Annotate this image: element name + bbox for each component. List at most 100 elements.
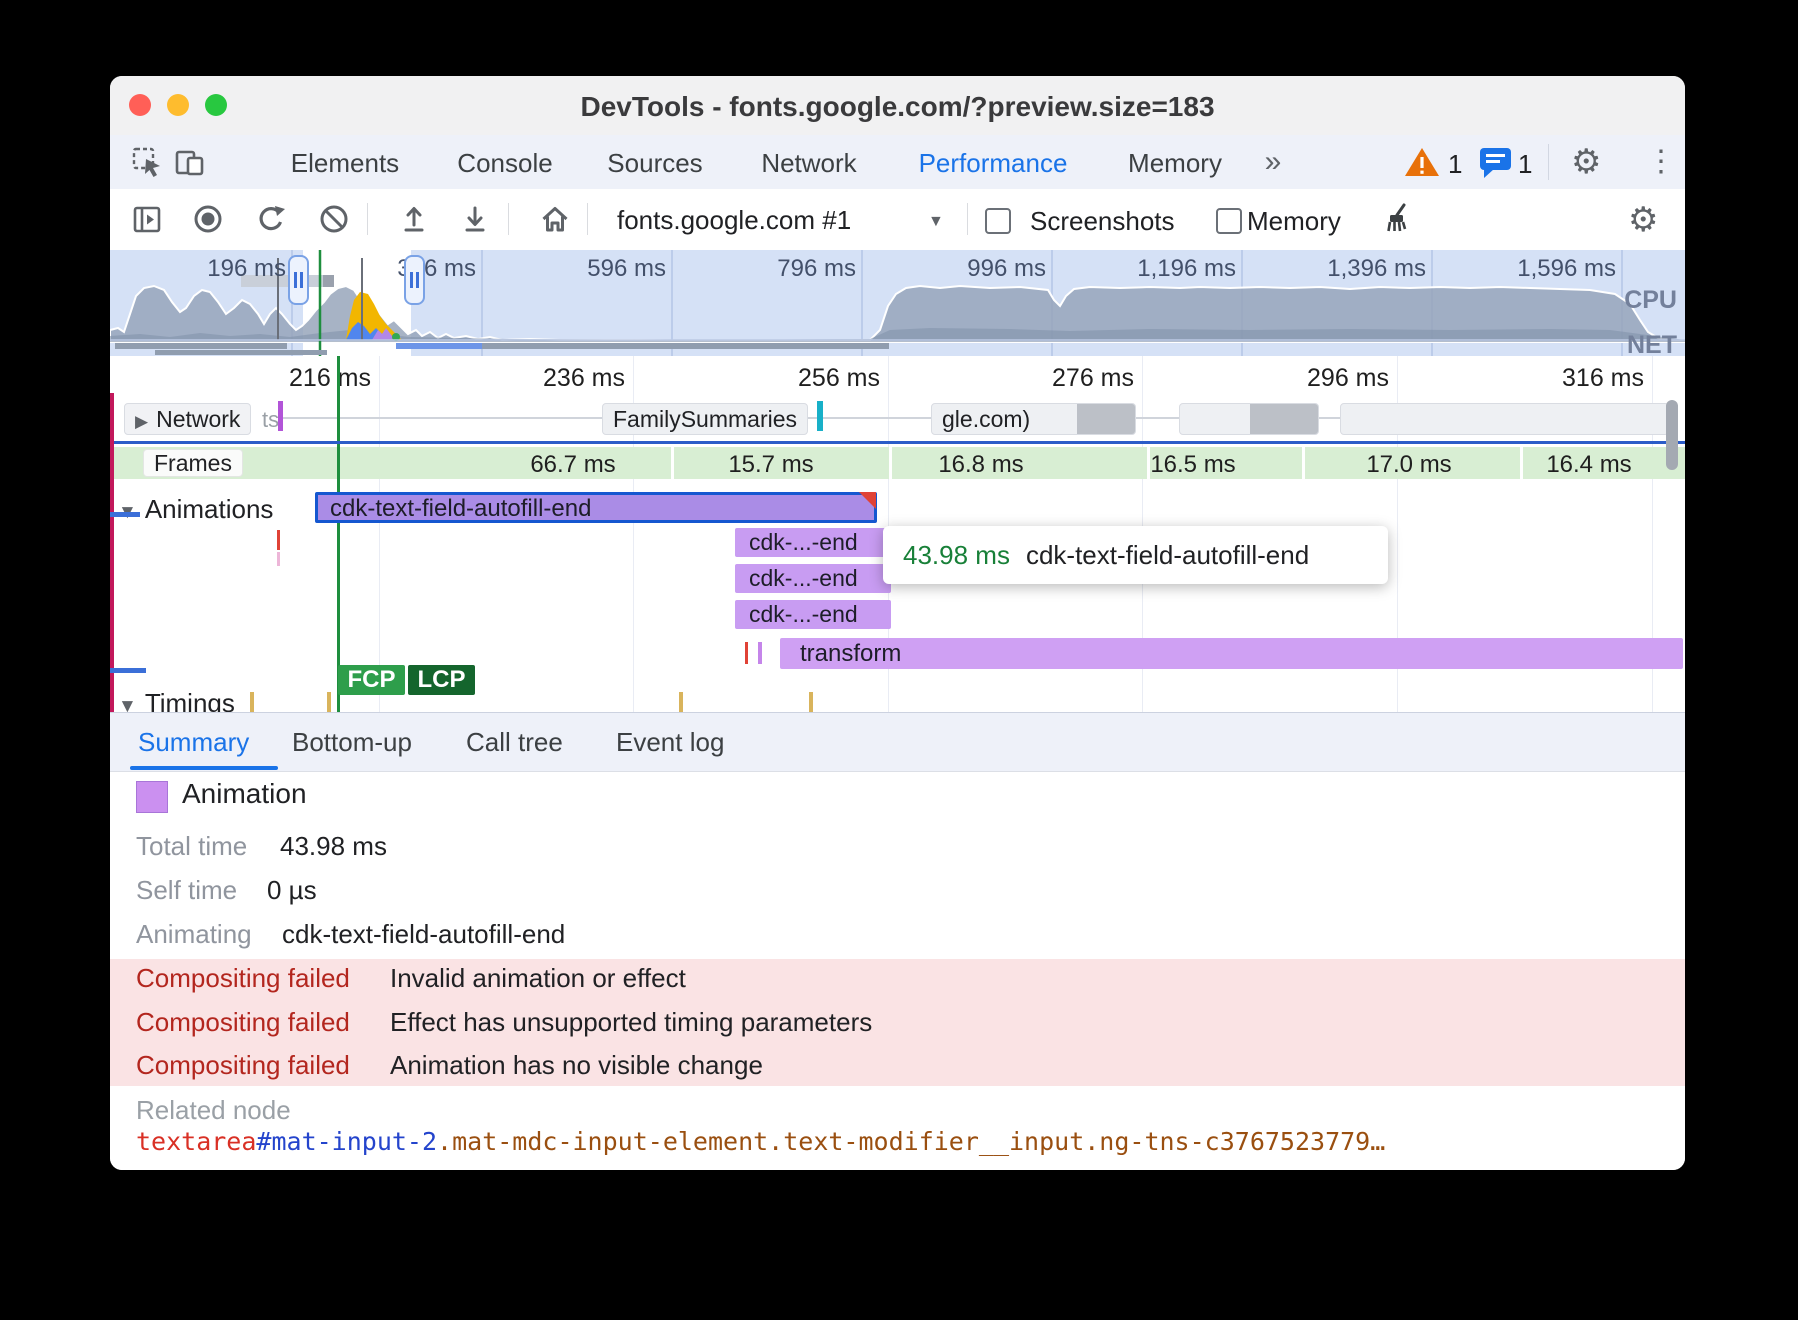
frame-duration: 16.5 ms [1150, 451, 1235, 479]
network-track-header[interactable]: ▶ Network [124, 403, 251, 435]
more-tabs-icon[interactable]: » [1265, 145, 1282, 179]
frame-boundary [1302, 447, 1305, 479]
ruler-tick: 316 ms [1504, 364, 1644, 393]
animations-track-header[interactable]: ▼Animations [118, 494, 273, 525]
devtools-window: DevTools - fonts.google.com/?preview.siz… [110, 76, 1685, 1170]
divider [587, 203, 588, 235]
tab-sources[interactable]: Sources [607, 148, 702, 179]
frame-boundary [671, 447, 674, 479]
tab-event-log[interactable]: Event log [616, 727, 724, 758]
selection-right-handle[interactable] [404, 255, 425, 305]
divider [508, 203, 509, 235]
network-request[interactable]: FamilySummaries [602, 403, 808, 435]
vertical-scrollbar-thumb[interactable] [1666, 400, 1678, 470]
compositing-failed-label: Compositing failed [136, 1007, 350, 1038]
overview-tick: 1,196 ms [1092, 255, 1236, 283]
chevron-down-icon[interactable]: ▼ [928, 213, 944, 231]
device-toolbar-icon[interactable] [174, 146, 206, 178]
network-request[interactable] [1179, 403, 1319, 435]
performance-toolbar: fonts.google.com #1 ▼ Screenshots Memory… [110, 189, 1685, 251]
animating-value: cdk-text-field-autofill-end [282, 919, 565, 950]
chevron-down-icon[interactable]: ▼ [118, 696, 137, 712]
memory-label[interactable]: Memory [1247, 206, 1341, 237]
tab-elements[interactable]: Elements [291, 148, 399, 179]
record-icon[interactable] [192, 203, 224, 235]
tab-performance[interactable]: Performance [919, 148, 1068, 179]
timing-tick [809, 692, 813, 712]
flame-chart[interactable]: 216 ms 236 ms 256 ms 276 ms 296 ms 316 m… [110, 356, 1685, 712]
tab-console[interactable]: Console [457, 148, 552, 179]
overview-tick: 1,596 ms [1472, 255, 1616, 283]
timeline-overview[interactable]: 196 ms 396 ms 596 ms 796 ms 996 ms 1,196… [110, 250, 1685, 357]
network-event-tick [278, 401, 283, 431]
frames-track[interactable]: 66.7 ms 15.7 ms 16.8 ms 16.5 ms 17.0 ms … [110, 447, 1685, 479]
total-time-value: 43.98 ms [280, 831, 387, 862]
animation-tick [758, 642, 762, 664]
warning-count[interactable]: 1 [1448, 149, 1462, 180]
details-tabbar: Summary Bottom-up Call tree Event log [110, 712, 1685, 772]
divider [967, 203, 968, 235]
frame-duration: 17.0 ms [1366, 451, 1451, 479]
reload-record-icon[interactable] [255, 203, 287, 235]
screenshots-checkbox[interactable] [985, 208, 1011, 234]
frame-duration: 16.8 ms [938, 451, 1023, 479]
compositing-warnings: Compositing failed Invalid animation or … [110, 959, 1685, 1086]
compositing-failed-label: Compositing failed [136, 963, 350, 994]
more-options-icon[interactable]: ⋮ [1646, 144, 1676, 179]
summary-category: Animation [182, 778, 307, 810]
divider [367, 203, 368, 235]
animation-event[interactable]: cdk-...-end [735, 564, 891, 593]
garbage-collect-icon[interactable] [1382, 202, 1414, 234]
fcp-badge[interactable]: FCP [338, 665, 405, 695]
lcp-badge[interactable]: LCP [408, 665, 475, 695]
capture-settings-gear-icon[interactable]: ⚙ [1628, 200, 1658, 240]
frames-track-label[interactable]: Frames [143, 449, 243, 477]
network-event-tick [817, 401, 823, 431]
animation-event-selected[interactable]: cdk-text-field-autofill-end [315, 492, 877, 523]
tab-network[interactable]: Network [761, 148, 856, 179]
tab-call-tree[interactable]: Call tree [466, 727, 563, 758]
warning-icon[interactable] [1404, 146, 1440, 178]
tooltip-name: cdk-text-field-autofill-end [1026, 540, 1309, 571]
network-request[interactable]: gle.com) [931, 403, 1136, 435]
overview-tick: 796 ms [712, 255, 856, 283]
timings-track-header[interactable]: ▼Timings [118, 688, 235, 712]
frame-duration: 66.7 ms [530, 451, 615, 479]
animation-event[interactable]: cdk-...-end [735, 600, 891, 629]
transform-animation-bar[interactable]: transform [780, 638, 1683, 669]
network-track-label: Network [156, 406, 240, 432]
tab-memory[interactable]: Memory [1128, 148, 1222, 179]
frame-boundary [889, 447, 892, 479]
compositing-failed-label: Compositing failed [136, 1050, 350, 1081]
timing-tick [250, 692, 254, 712]
node-classes[interactable]: .mat-mdc-input-element.text-modifier__in… [437, 1127, 1385, 1156]
tab-bottom-up[interactable]: Bottom-up [292, 727, 412, 758]
inspect-element-icon[interactable] [131, 146, 163, 178]
overview-tick: 596 ms [522, 255, 666, 283]
upload-profile-icon[interactable] [398, 203, 430, 235]
cpu-label: CPU [1624, 286, 1677, 315]
chevron-right-icon[interactable]: ▶ [135, 412, 148, 431]
node-tag[interactable]: textarea [136, 1127, 256, 1156]
related-node-label: Related node [136, 1095, 291, 1126]
download-profile-icon[interactable] [459, 203, 491, 235]
animation-event[interactable]: cdk-...-end [735, 528, 891, 557]
screenshots-label[interactable]: Screenshots [1030, 206, 1175, 237]
ruler-tick: 296 ms [1249, 364, 1389, 393]
network-request[interactable] [1340, 403, 1669, 435]
memory-checkbox[interactable] [1216, 208, 1242, 234]
toggle-sidebar-icon[interactable] [131, 203, 163, 235]
node-id[interactable]: #mat-input-2 [256, 1127, 437, 1156]
issues-icon[interactable] [1478, 147, 1514, 179]
related-node-link[interactable]: textarea#mat-input-2.mat-mdc-input-eleme… [136, 1127, 1385, 1156]
tab-summary[interactable]: Summary [138, 727, 249, 758]
issues-count[interactable]: 1 [1518, 149, 1532, 180]
animation-tick [277, 530, 280, 550]
profile-select[interactable]: fonts.google.com #1 [617, 205, 851, 236]
self-time-value: 0 µs [267, 875, 317, 906]
home-icon[interactable] [539, 203, 571, 235]
warning-corner-triangle [859, 492, 876, 509]
clear-icon[interactable] [318, 203, 350, 235]
selection-left-handle[interactable] [288, 255, 309, 305]
settings-gear-icon[interactable]: ⚙ [1571, 142, 1601, 182]
